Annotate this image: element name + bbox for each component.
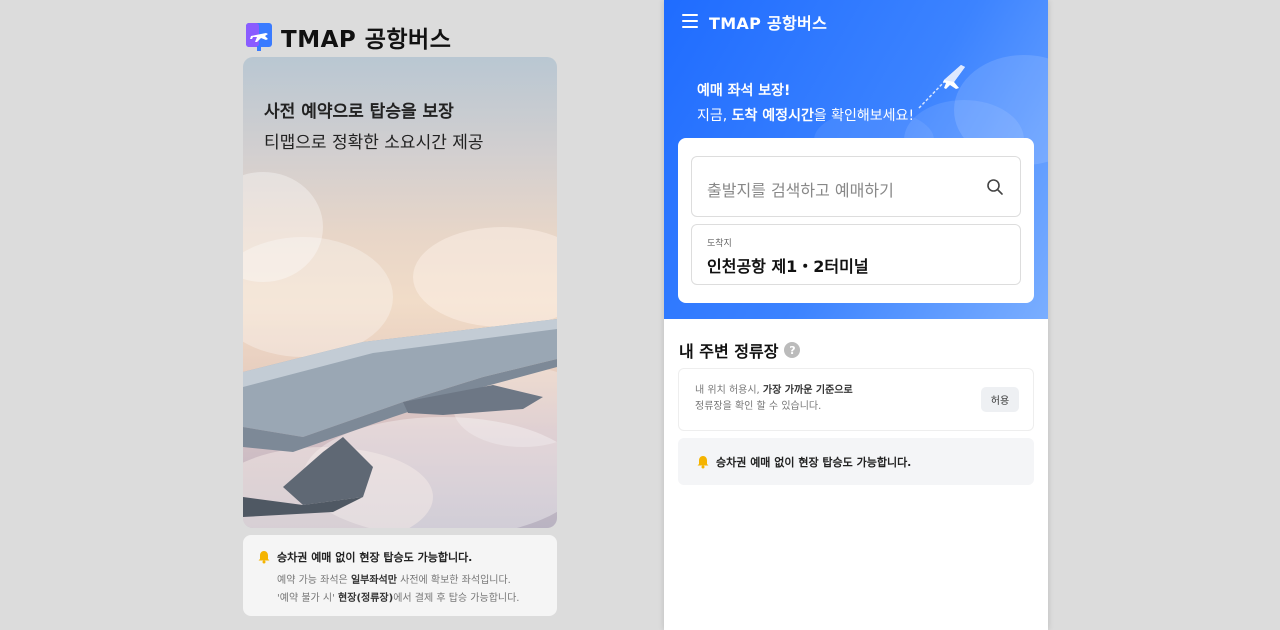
hero-title: 사전 예약으로 탑승을 보장 (264, 102, 454, 122)
destination-value: 인천공항 제1・2터미널 (707, 257, 869, 276)
bell-icon (258, 551, 270, 564)
promo-headline: 예매 좌석 보장! (697, 83, 791, 99)
promo-subline: 지금, 도착 예정시간을 확인해보세요! (697, 108, 915, 124)
departure-search-input[interactable]: 출발지를 검색하고 예매하기 (691, 156, 1021, 217)
location-permission-card: 내 위치 허용시, 가장 가까운 기준으로 정류장을 확인 할 수 있습니다. … (678, 368, 1034, 431)
app-header: TMAP 공항버스 예매 좌석 보장! 지금, 도착 예정시간을 확인해보세요!… (664, 0, 1048, 319)
brand-name: TMAP 공항버스 (281, 27, 452, 53)
bell-icon (697, 455, 709, 468)
app-notice-text: 승차권 예매 없이 현장 탑승도 가능합니다. (716, 455, 912, 469)
search-icon[interactable] (986, 178, 1004, 196)
notice-line-2: '예약 불가 시' 현장(정류장)에서 결제 후 탑승 가능합니다. (277, 593, 520, 604)
search-card: 출발지를 검색하고 예매하기 도착지 인천공항 제1・2터미널 (678, 138, 1034, 303)
destination-label: 도착지 (707, 239, 732, 249)
airplane-icon (918, 65, 965, 109)
notice-line-1: 예약 가능 좌석은 일부좌석만 사전에 확보한 좌석입니다. (277, 575, 511, 586)
menu-icon[interactable] (682, 14, 698, 28)
app-title: TMAP 공항버스 (709, 14, 828, 33)
nearby-stops-title: 내 주변 정류장 ? (679, 338, 801, 362)
boarding-notice: 승차권 예매 없이 현장 탑승도 가능합니다. 예약 가능 좌석은 일부좌석만 … (243, 535, 557, 616)
airport-bus-logo-icon (246, 23, 272, 51)
search-placeholder: 출발지를 검색하고 예매하기 (707, 181, 894, 200)
app-boarding-notice: 승차권 예매 없이 현장 탑승도 가능합니다. (678, 438, 1034, 485)
destination-field[interactable]: 도착지 인천공항 제1・2터미널 (691, 224, 1021, 285)
hero-subtitle: 티맵으로 정확한 소요시간 제공 (264, 133, 484, 153)
app-panel: TMAP 공항버스 예매 좌석 보장! 지금, 도착 예정시간을 확인해보세요!… (664, 0, 1048, 630)
help-icon[interactable]: ? (784, 342, 801, 358)
notice-title: 승차권 예매 없이 현장 탑승도 가능합니다. (277, 551, 473, 564)
brand-logo: TMAP 공항버스 (245, 20, 451, 54)
allow-location-button[interactable]: 허용 (981, 387, 1019, 412)
hero-banner: 사전 예약으로 탑승을 보장 티맵으로 정확한 소요시간 제공 (243, 57, 557, 528)
location-permission-text: 내 위치 허용시, 가장 가까운 기준으로 정류장을 확인 할 수 있습니다. (695, 385, 853, 412)
